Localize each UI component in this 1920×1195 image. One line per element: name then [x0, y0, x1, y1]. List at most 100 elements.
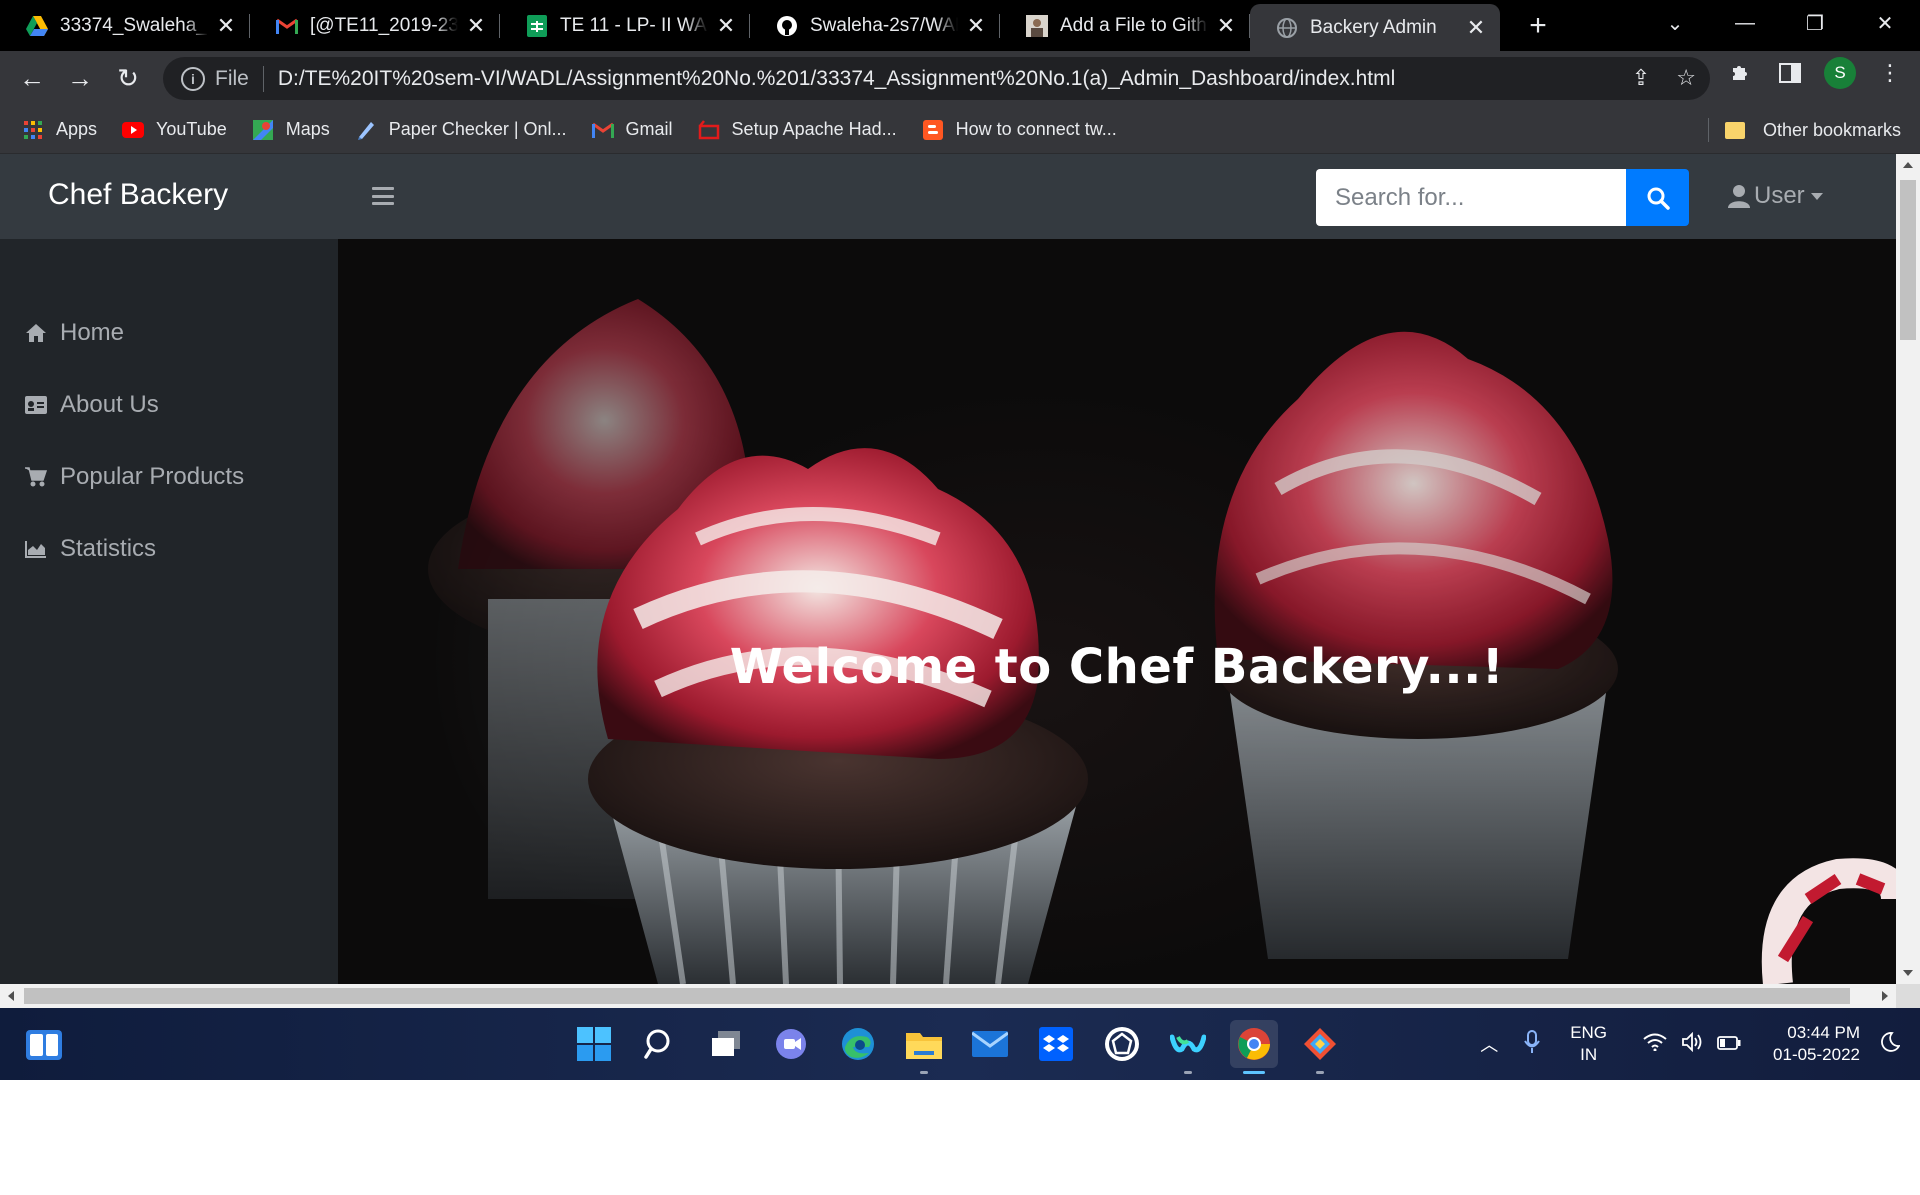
bookmarks-divider	[1708, 118, 1709, 142]
sidebar-item-label: Home	[60, 319, 125, 346]
mail-icon[interactable]	[966, 1020, 1014, 1068]
tab-title: TE 11 - LP- II WADL	[560, 14, 708, 36]
notifications-moon-icon[interactable]	[1880, 1031, 1901, 1057]
edge-icon[interactable]	[834, 1020, 882, 1068]
tab-add-file-article[interactable]: Add a File to Github ✕	[1000, 0, 1250, 51]
site-info-icon[interactable]: i	[181, 66, 205, 91]
bookmark-apache[interactable]: Setup Apache Had...	[698, 119, 897, 141]
teams-chat-icon[interactable]	[768, 1020, 816, 1068]
url-text[interactable]: D:/TE%20IT%20sem-VI/WADL/Assignment%20No…	[278, 67, 1395, 91]
bookmark-label: How to connect tw...	[955, 119, 1117, 139]
clock-time: 03:44 PM	[1787, 1023, 1860, 1042]
forward-icon[interactable]: →	[56, 55, 104, 103]
id-card-icon	[24, 393, 48, 417]
quick-settings[interactable]	[1643, 1031, 1741, 1057]
lang-line1: ENG	[1570, 1023, 1608, 1042]
tab-title: [@TE11_2019-23] F	[310, 14, 458, 36]
window-controls: ⌄ — ❐ ✕	[1640, 0, 1920, 46]
restore-button[interactable]: ❐	[1780, 11, 1850, 36]
minimize-button[interactable]: —	[1710, 12, 1780, 35]
sidebar-item-home[interactable]: Home	[0, 297, 338, 369]
github-desktop-icon[interactable]	[1098, 1020, 1146, 1068]
gmail-icon	[276, 15, 298, 37]
scroll-right-icon[interactable]	[1882, 991, 1888, 1001]
bookmark-blogger[interactable]: How to connect tw...	[922, 119, 1117, 141]
side-panel-icon[interactable]	[1774, 57, 1806, 89]
horizontal-scrollbar[interactable]	[0, 984, 1896, 1008]
taskbar-apps	[570, 1020, 1344, 1074]
tab-drive-file[interactable]: 33374_Swaleha_Sha ✕	[0, 0, 250, 51]
back-icon[interactable]: ←	[8, 55, 56, 103]
bookmark-maps[interactable]: Maps	[252, 119, 330, 141]
reload-icon[interactable]: ↻	[104, 55, 152, 103]
sidebar-toggle-icon[interactable]	[372, 187, 394, 205]
close-tab-icon[interactable]: ✕	[714, 13, 738, 38]
windows-taskbar: ︿ ENG IN 03:44 PM 01-05-2022	[0, 1008, 1920, 1080]
menu-kebab-icon[interactable]: ⋮	[1874, 57, 1906, 89]
horizontal-scroll-thumb[interactable]	[24, 988, 1850, 1004]
brand-link[interactable]: Chef Backery	[48, 178, 228, 212]
article-thumbnail-icon	[1026, 14, 1048, 37]
vertical-scrollbar[interactable]	[1896, 154, 1920, 984]
bookmark-star-icon[interactable]: ☆	[1676, 65, 1696, 91]
tab-title: Swaleha-2s7/WADL	[810, 14, 958, 36]
tab-gmail[interactable]: [@TE11_2019-23] F ✕	[250, 0, 500, 51]
close-tab-icon[interactable]: ✕	[1464, 15, 1488, 40]
sidebar-item-about-us[interactable]: About Us	[0, 369, 338, 441]
share-icon[interactable]: ⇪	[1632, 65, 1650, 91]
folder-icon	[1725, 121, 1745, 139]
webex-icon[interactable]	[1164, 1020, 1212, 1074]
start-icon[interactable]	[570, 1020, 618, 1068]
user-dropdown[interactable]: User	[1728, 182, 1823, 210]
bookmark-gmail[interactable]: Gmail	[591, 119, 673, 141]
microphone-icon[interactable]	[1524, 1029, 1541, 1059]
user-label: User	[1754, 182, 1805, 209]
taskbar-clock[interactable]: 03:44 PM 01-05-2022	[1773, 1022, 1860, 1066]
sidebar-item-label: Statistics	[60, 535, 157, 562]
show-hidden-icons-icon[interactable]: ︿	[1480, 1031, 1498, 1057]
scroll-up-icon[interactable]	[1903, 162, 1913, 168]
github-icon	[776, 15, 798, 37]
vertical-scroll-thumb[interactable]	[1900, 180, 1916, 340]
search-button[interactable]	[1626, 169, 1689, 226]
tab-backery-admin[interactable]: Backery Admin ✕	[1250, 4, 1500, 51]
sidebar-item-popular-products[interactable]: Popular Products	[0, 441, 338, 513]
bookmark-youtube[interactable]: YouTube	[122, 119, 227, 141]
profile-avatar[interactable]: S	[1824, 57, 1856, 89]
bookmark-apps[interactable]: Apps	[22, 119, 97, 141]
extensions-icon[interactable]	[1724, 57, 1756, 89]
tab-search-icon[interactable]: ⌄	[1640, 11, 1710, 36]
globe-icon	[1276, 17, 1298, 39]
sidebar-item-statistics[interactable]: Statistics	[0, 513, 338, 585]
scroll-down-icon[interactable]	[1903, 970, 1913, 976]
widgets-icon[interactable]	[26, 1030, 62, 1060]
scroll-left-icon[interactable]	[8, 991, 14, 1001]
close-tab-icon[interactable]: ✕	[1214, 13, 1238, 38]
url-scheme: File	[215, 66, 249, 90]
tab-github[interactable]: Swaleha-2s7/WADL ✕	[750, 0, 1000, 51]
running-indicator	[1316, 1071, 1324, 1074]
task-view-icon[interactable]	[702, 1020, 750, 1068]
close-tab-icon[interactable]: ✕	[464, 13, 488, 38]
browser-tab-strip: 33374_Swaleha_Sha ✕ [@TE11_2019-23] F ✕ …	[0, 0, 1920, 51]
dropbox-icon[interactable]	[1032, 1020, 1080, 1068]
close-window-button[interactable]: ✕	[1850, 11, 1920, 36]
file-explorer-icon[interactable]	[900, 1020, 948, 1074]
new-tab-button[interactable]: +	[1518, 6, 1558, 46]
close-tab-icon[interactable]: ✕	[964, 13, 988, 38]
close-tab-icon[interactable]: ✕	[214, 13, 238, 38]
language-indicator[interactable]: ENG IN	[1570, 1022, 1607, 1066]
search-input[interactable]	[1316, 169, 1626, 226]
tab-sheets[interactable]: TE 11 - LP- II WADL ✕	[500, 0, 750, 51]
address-bar[interactable]: i File D:/TE%20IT%20sem-VI/WADL/Assignme…	[163, 57, 1710, 100]
page-viewport: Chef Backery User Home About Us	[0, 154, 1896, 984]
sidebar-item-label: Popular Products	[60, 463, 245, 490]
bookmark-paper-checker[interactable]: Paper Checker | Onl...	[355, 119, 567, 141]
apache-icon	[698, 119, 720, 141]
shopping-cart-icon	[24, 465, 48, 489]
chrome-icon[interactable]	[1230, 1020, 1278, 1074]
git-tools-icon[interactable]	[1296, 1020, 1344, 1074]
search-icon[interactable]	[636, 1020, 684, 1068]
other-bookmarks-label: Other bookmarks	[1763, 119, 1902, 140]
other-bookmarks[interactable]: Other bookmarks	[1725, 106, 1901, 154]
